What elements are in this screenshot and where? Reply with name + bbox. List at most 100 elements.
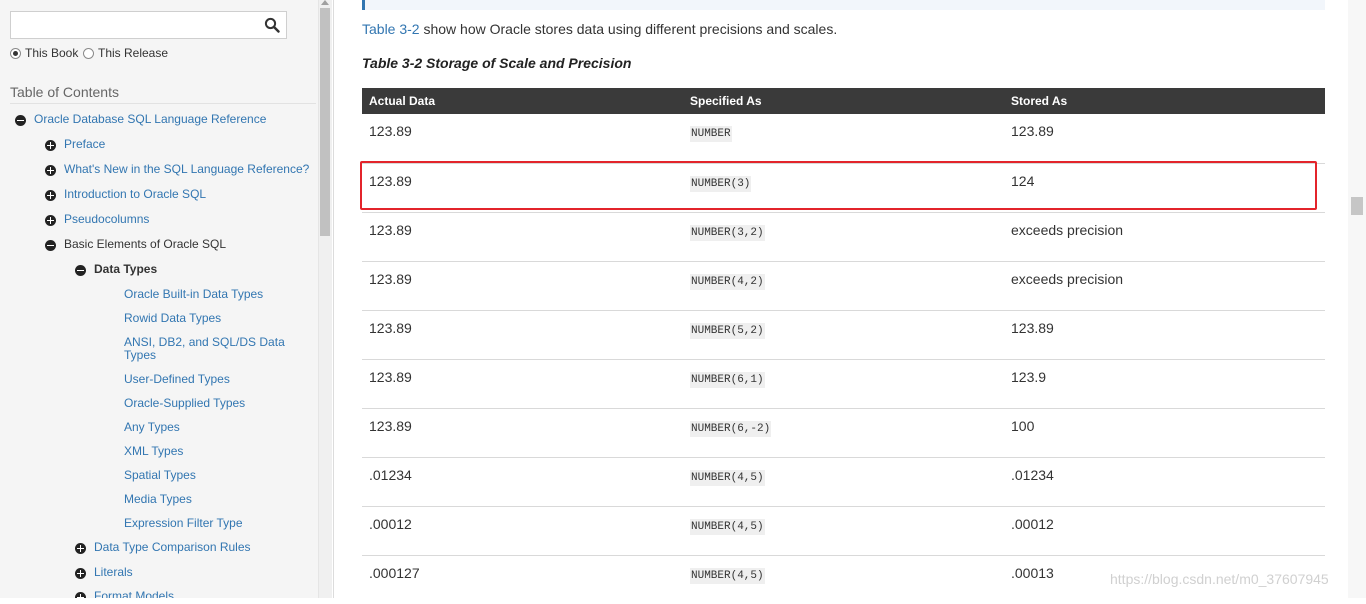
toc-item-data-types[interactable]: Data Types [94,263,157,276]
cell-specified-as: NUMBER(3,2) [683,212,1004,262]
search-field [10,11,287,39]
table-link[interactable]: Table 3-2 [362,21,420,37]
cell-specified-as: NUMBER [683,114,1004,164]
toc-item-built-in-types[interactable]: Oracle Built-in Data Types [124,288,263,301]
column-header-actual-data: Actual Data [362,88,683,114]
toc-item-introduction[interactable]: Introduction to Oracle SQL [64,188,206,201]
table-title: Table 3-2 Storage of Scale and Precision [362,55,632,71]
cell-specified-as: NUMBER(4,5) [683,457,1004,507]
table-row: 123.89 NUMBER(6,1) 123.9 [362,359,1325,409]
code-specified-as: NUMBER(6,1) [690,371,765,388]
expand-icon[interactable] [45,140,56,151]
expand-icon[interactable] [75,543,86,554]
cell-actual-data: 123.89 [362,114,683,164]
sidebar: This Book This Release Table of Contents… [0,0,318,598]
radio-this-book[interactable] [10,47,21,59]
column-header-specified-as: Specified As [683,88,1004,114]
table-row: 123.89 NUMBER 123.89 [362,114,1325,164]
expand-icon[interactable] [45,165,56,176]
code-specified-as: NUMBER(4,5) [690,567,765,584]
toc-item-whats-new[interactable]: What's New in the SQL Language Reference… [64,163,309,176]
cell-stored-as: 100 [1004,408,1325,458]
collapse-icon[interactable] [15,115,26,126]
toc-divider [10,103,316,104]
table-header-row: Actual Data Specified As Stored As [362,88,1325,114]
toc-item-any-types[interactable]: Any Types [124,421,180,434]
code-specified-as: NUMBER [690,126,732,142]
expand-icon[interactable] [75,592,86,598]
code-specified-as: NUMBER(3,2) [690,224,765,241]
cell-actual-data: .01234 [362,457,683,507]
storage-table: Actual Data Specified As Stored As 123.8… [362,88,1325,604]
cell-stored-as: .01234 [1004,457,1325,507]
table-row: .01234 NUMBER(4,5) .01234 [362,457,1325,507]
toc-item-media-types[interactable]: Media Types [124,493,192,506]
table-row: 123.89 NUMBER(4,2) exceeds precision [362,261,1325,311]
cell-stored-as: .00012 [1004,506,1325,556]
code-specified-as: NUMBER(4,5) [690,469,765,486]
cell-specified-as: NUMBER(5,2) [683,310,1004,360]
toc-item-rowid-types[interactable]: Rowid Data Types [124,312,221,325]
toc-item-user-defined-types[interactable]: User-Defined Types [124,373,230,386]
table-row: 123.89 NUMBER(6,-2) 100 [362,408,1325,458]
expand-icon[interactable] [45,190,56,201]
scope-this-release[interactable]: This Release [83,46,168,60]
sidebar-scrollbar-thumb[interactable] [320,8,330,236]
toc-item-xml-types[interactable]: XML Types [124,445,183,458]
cell-actual-data: 123.89 [362,359,683,409]
cell-actual-data: 123.89 [362,310,683,360]
search-input[interactable] [11,12,261,38]
collapse-icon[interactable] [45,240,56,251]
code-specified-as: NUMBER(3) [690,175,752,192]
cell-specified-as: NUMBER(6,-2) [683,408,1004,458]
cell-actual-data: 123.89 [362,212,683,262]
cell-stored-as: 123.89 [1004,114,1325,164]
toc-item-literals[interactable]: Literals [94,566,133,579]
scope-this-release-label: This Release [98,46,169,60]
page-scrollbar-thumb[interactable] [1351,197,1363,215]
cell-specified-as: NUMBER(3) [683,163,1004,213]
cell-specified-as: NUMBER(4,5) [683,506,1004,556]
scope-this-book[interactable]: This Book [10,46,78,60]
toc-item-comparison-rules[interactable]: Data Type Comparison Rules [94,541,251,554]
cell-specified-as: NUMBER(6,1) [683,359,1004,409]
scope-this-book-label: This Book [25,46,79,60]
toc-item-preface[interactable]: Preface [64,138,105,151]
toc-heading: Table of Contents [10,84,119,100]
code-specified-as: NUMBER(4,2) [690,273,765,290]
cell-specified-as: NUMBER(4,5) [683,555,1004,604]
intro-text: show how Oracle stores data using differ… [419,21,838,37]
cell-actual-data: .000127 [369,564,420,581]
cell-stored-as: 123.89 [1004,310,1325,360]
toc-item-basic-elements[interactable]: Basic Elements of Oracle SQL [64,238,226,251]
toc-item-format-models[interactable]: Format Models [94,590,174,599]
table-row: 123.89 NUMBER(5,2) 123.89 [362,310,1325,360]
page-scrollbar[interactable] [1348,0,1366,598]
toc-item-oracle-supplied-types[interactable]: Oracle-Supplied Types [124,397,245,410]
column-header-stored-as: Stored As [1004,88,1325,114]
cell-actual-data: 123.89 [362,408,683,458]
code-specified-as: NUMBER(5,2) [690,322,765,339]
cell-stored-as: exceeds precision [1004,212,1325,262]
main-content: Table 3-2 show how Oracle stores data us… [334,0,1348,598]
toc-item-spatial-types[interactable]: Spatial Types [124,469,196,482]
radio-this-release[interactable] [83,47,94,59]
toc-item-sql-reference[interactable]: Oracle Database SQL Language Reference [34,113,266,126]
cell-actual-data: 123.89 [362,163,683,213]
toc-item-pseudocolumns[interactable]: Pseudocolumns [64,213,149,226]
search-icon[interactable] [264,17,280,33]
expand-icon[interactable] [45,215,56,226]
cell-stored-as: 123.9 [1004,359,1325,409]
cell-specified-as: NUMBER(4,2) [683,261,1004,311]
table-row: 123.89 NUMBER(3,2) exceeds precision [362,212,1325,262]
intro-paragraph: Table 3-2 show how Oracle stores data us… [362,21,837,37]
code-specified-as: NUMBER(4,5) [690,518,765,535]
note-box [362,0,1325,10]
collapse-icon[interactable] [75,265,86,276]
toc-item-expression-filter-type[interactable]: Expression Filter Type [124,517,243,530]
cell-stored-as: 124 [1004,163,1325,213]
scroll-up-arrow-icon[interactable] [321,0,329,5]
toc-item-ansi-types[interactable]: ANSI, DB2, and SQL/DS Data Types [124,336,294,362]
table-row-highlighted: 123.89 NUMBER(3) 124 [362,163,1325,213]
expand-icon[interactable] [75,568,86,579]
